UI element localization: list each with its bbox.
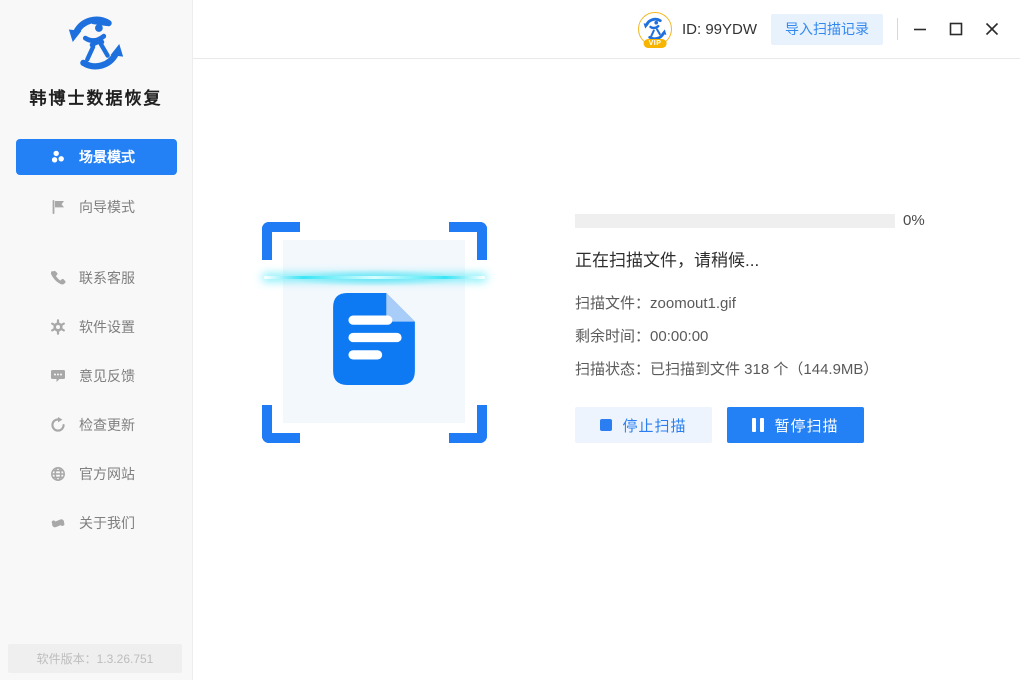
close-button[interactable] [978,15,1006,43]
titlebar-divider [897,18,898,40]
scan-progress-panel: 0% 正在扫描文件，请稍候... 扫描文件：zoomout1.gif 剩余时间：… [193,59,1020,680]
scan-animation-graphic [262,222,487,443]
stop-scan-button[interactable]: 停止扫描 [575,407,712,443]
about-icon [50,515,66,531]
scan-progress: 0% [575,212,925,229]
pause-scan-label: 暂停扫描 [774,415,838,436]
user-avatar[interactable]: VIP [638,12,672,46]
scan-bracket-top-right [449,222,487,260]
sidebar-item-check-update[interactable]: 检查更新 [0,408,193,442]
scan-line [264,276,485,279]
feedback-icon [50,368,66,384]
update-icon [50,417,66,433]
scan-file-label: 扫描文件： [575,295,650,312]
scan-state-row: 扫描状态：已扫描到文件 318 个（144.9MB） [575,358,878,379]
app-logo-icon [65,11,127,75]
pause-icon [752,418,764,432]
phone-icon [50,270,66,286]
sidebar-item-contact-support[interactable]: 联系客服 [0,261,193,295]
stop-icon [600,419,612,431]
sidebar-item-label: 软件设置 [79,317,135,337]
version-badge: 软件版本：1.3.26.751 [8,644,182,673]
maximize-button[interactable] [942,15,970,43]
scan-bracket-top-left [262,222,300,260]
titlebar: VIP ID: 99YDW 导入扫描记录 [193,0,1020,59]
sidebar-item-wizard-mode[interactable]: 向导模式 [0,190,193,224]
sidebar-item-scene-mode[interactable]: 场景模式 [16,139,177,175]
progress-bar [575,214,895,228]
sidebar-item-label: 检查更新 [79,415,135,435]
maximize-icon [949,22,963,36]
progress-percent-label: 0% [903,212,925,229]
sidebar-item-label: 场景模式 [79,147,135,167]
scan-state-label: 扫描状态： [575,361,650,378]
sidebar-item-label: 意见反馈 [79,366,135,386]
vip-badge: VIP [644,39,667,48]
app-title: 韩博士数据恢复 [0,84,192,109]
minimize-button[interactable] [906,15,934,43]
scan-bracket-bottom-left [262,405,300,443]
scan-file-row: 扫描文件：zoomout1.gif [575,292,736,313]
sidebar-item-label: 官方网站 [79,464,135,484]
sidebar-item-label: 关于我们 [79,513,135,533]
sidebar-item-label: 联系客服 [79,268,135,288]
sidebar-item-label: 向导模式 [79,197,135,217]
scan-file-value: zoomout1.gif [650,295,736,312]
sidebar-item-settings[interactable]: 软件设置 [0,310,193,344]
sidebar-item-feedback[interactable]: 意见反馈 [0,359,193,393]
time-remaining-label: 剩余时间： [575,328,650,345]
document-file-icon [333,293,415,385]
gear-icon [50,319,66,335]
user-id-label: ID: 99YDW [682,21,757,38]
import-scan-records-button[interactable]: 导入扫描记录 [771,14,883,45]
scan-state-value: 已扫描到文件 318 个（144.9MB） [650,361,878,378]
minimize-icon [913,22,927,36]
wizard-flag-icon [50,199,66,215]
time-remaining-row: 剩余时间：00:00:00 [575,325,708,346]
scan-status-heading: 正在扫描文件，请稍候... [575,246,759,271]
time-remaining-value: 00:00:00 [650,328,708,345]
sidebar-item-official-website[interactable]: 官方网站 [0,457,193,491]
sidebar-item-about-us[interactable]: 关于我们 [0,506,193,540]
close-icon [985,22,999,36]
stop-scan-label: 停止扫描 [622,415,686,436]
sidebar: 韩博士数据恢复 场景模式 向导模式 联系客服 [0,0,193,680]
pause-scan-button[interactable]: 暂停扫描 [727,407,864,443]
globe-icon [50,466,66,482]
scan-bracket-bottom-right [449,405,487,443]
app-window: 韩博士数据恢复 场景模式 向导模式 联系客服 [0,0,1020,680]
scene-mode-icon [50,149,66,165]
